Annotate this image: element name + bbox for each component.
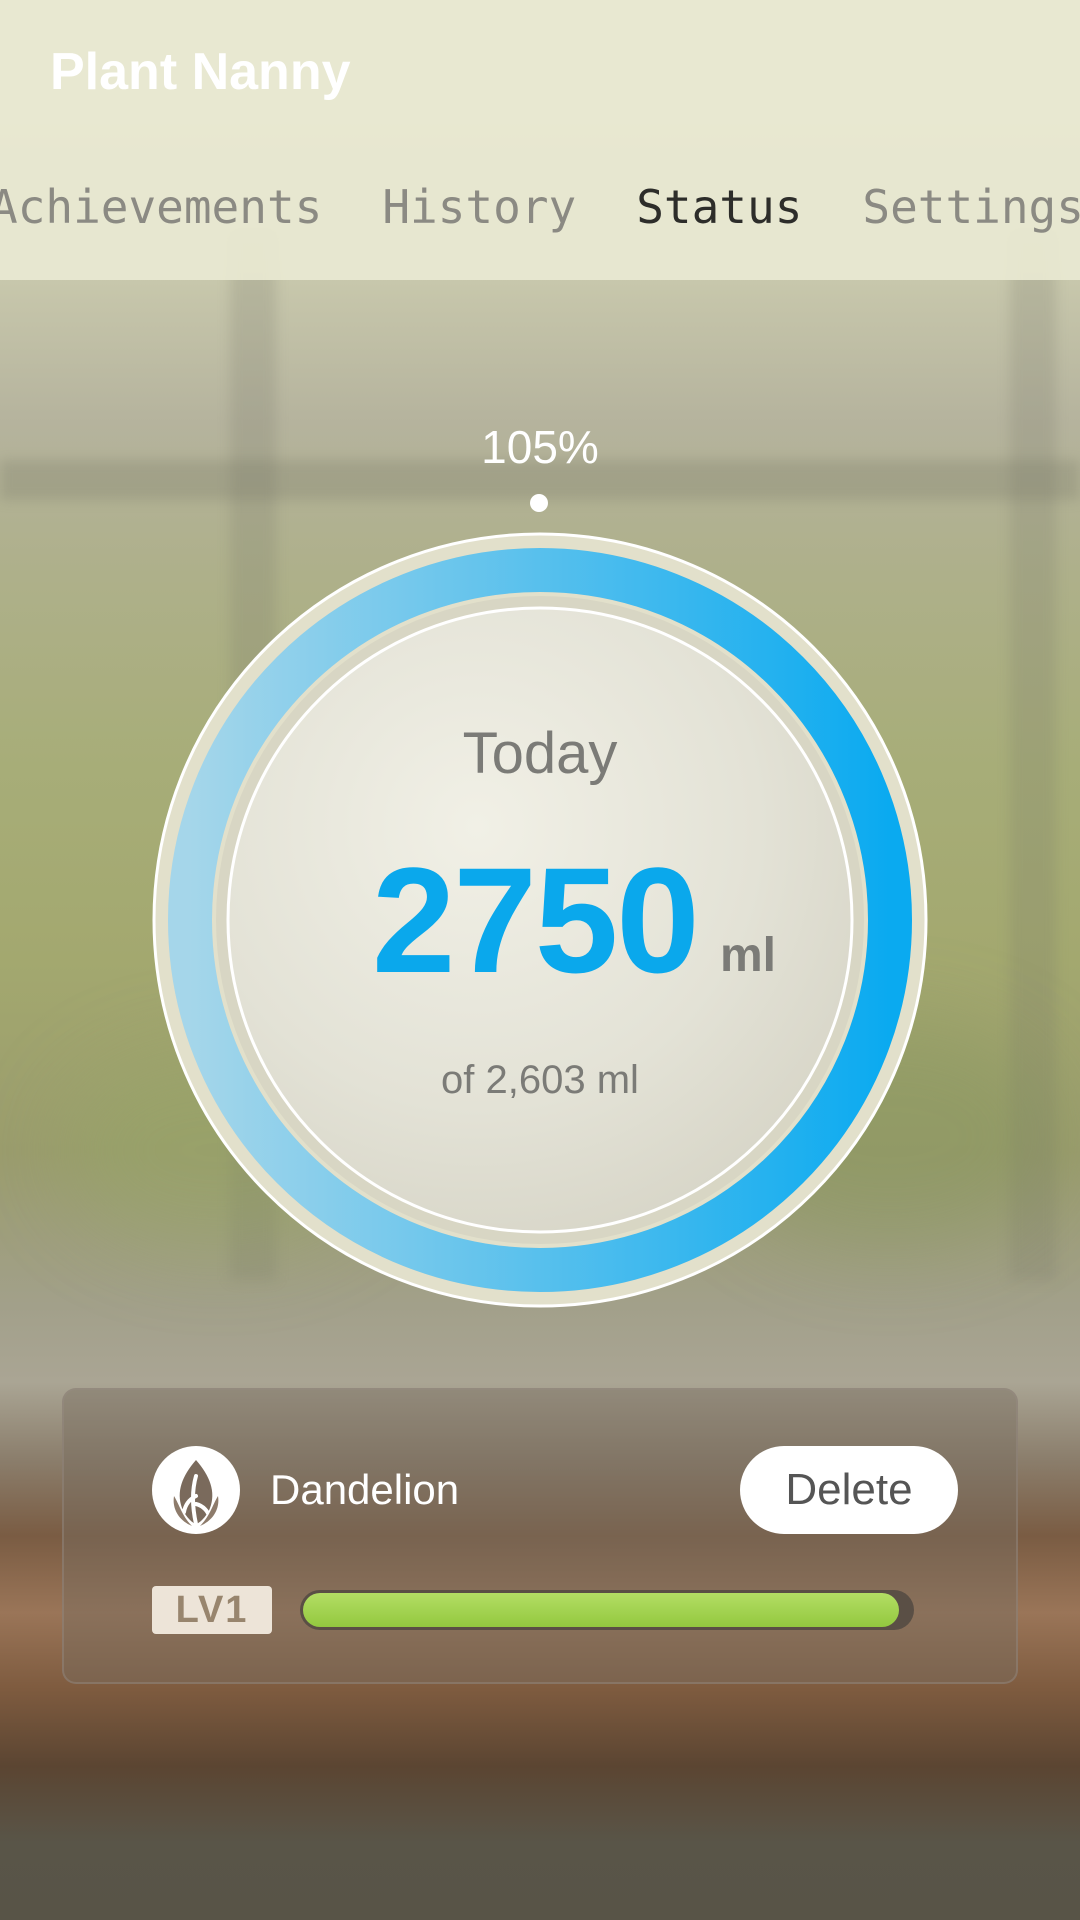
plant-name: Dandelion <box>270 1466 460 1513</box>
level-badge: LV1 <box>152 1586 272 1634</box>
water-amount-unit: ml <box>720 929 777 982</box>
app-title: Plant Nanny <box>50 43 351 101</box>
water-amount-value: 2750 <box>372 836 700 1004</box>
today-label: Today <box>462 721 618 786</box>
level-progress-track <box>300 1590 914 1630</box>
progress-marker-dot <box>530 494 548 512</box>
tab-bar: Achievements History Status Settings <box>0 180 1080 250</box>
water-amount: 2750 ml <box>340 836 780 1004</box>
plant-avatar[interactable] <box>152 1446 240 1534</box>
progress-percent-label: 105% <box>481 421 599 473</box>
app-header: Plant Nanny Achievements History Status … <box>0 0 1080 280</box>
tab-history[interactable]: History <box>352 180 606 250</box>
plant-card: Dandelion Delete LV1 <box>62 1388 1018 1684</box>
tab-settings[interactable]: Settings <box>832 180 1080 250</box>
daily-goal-label: of 2,603 ml <box>441 1058 639 1102</box>
tab-achievements[interactable]: Achievements <box>0 180 352 250</box>
tab-status[interactable]: Status <box>606 180 832 250</box>
delete-plant-button[interactable]: Delete <box>740 1446 958 1534</box>
level-progress-fill <box>303 1593 899 1627</box>
leaf-icon <box>173 1460 219 1526</box>
plant-nanny-screen: Plant Nanny Achievements History Status … <box>0 0 1080 1920</box>
